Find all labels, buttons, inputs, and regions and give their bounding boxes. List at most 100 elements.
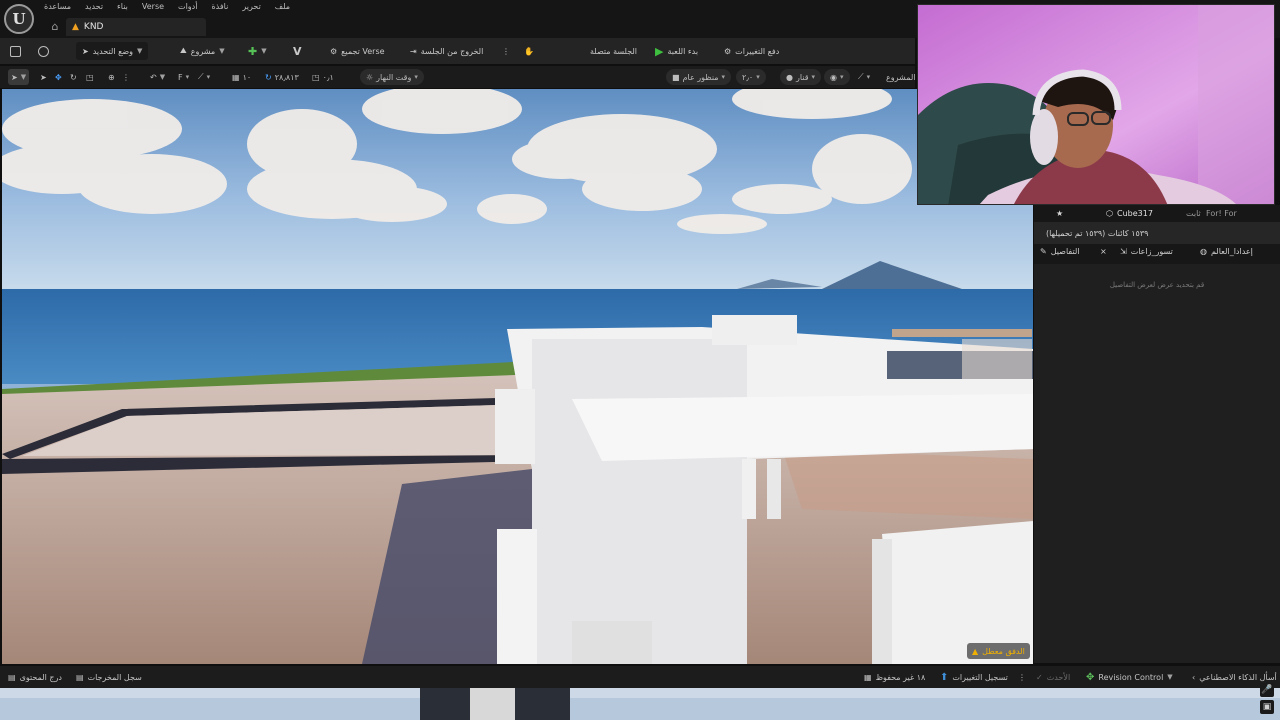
background-video-strip (0, 688, 1280, 720)
tab-world-settings[interactable]: ◍ إعدادا_العالم (1200, 247, 1253, 256)
grid-snap-value: ١٠ (242, 72, 252, 82)
uefn-editor-window: U ملف تحرير نافذة أدوات Verse بناء تحديد… (0, 0, 1280, 720)
tab-details-label: التفاصيل (1050, 247, 1080, 256)
revision-control-button[interactable]: ✥ Revision Control ▼ (1086, 670, 1173, 684)
cursor-icon: ➤ (11, 72, 18, 82)
time-of-day-label: وقت النهار (376, 72, 412, 82)
rotate-tool-icon[interactable]: ↻ (70, 69, 77, 85)
ai-assistant-button[interactable]: ‹ أسأل الذكاء الاصطناعي (1192, 670, 1277, 684)
revision-control-icon: ✥ (1086, 671, 1095, 683)
world-space-icon[interactable]: ⊕ (108, 69, 115, 85)
verse-icon[interactable]: V (293, 42, 302, 60)
grid-snap-button[interactable]: ▦ ١٠ (232, 69, 251, 85)
menu-file[interactable]: ملف (275, 2, 290, 11)
revision-control-label: Revision Control (1098, 672, 1164, 682)
details-panel: ★ ⬡ Cube317 ثابت For! For ١٥٣٩ كائنات (١… (1034, 205, 1280, 663)
add-icon: ✚ (248, 44, 258, 58)
rotation-snap-button[interactable]: ↻ ٢٨٫٨١٣ (265, 69, 299, 85)
tray-icons: 🎤 ▣ (1260, 683, 1278, 714)
unreal-logo-icon[interactable]: U (4, 4, 34, 34)
outliner-selected-item[interactable]: ⬡ Cube317 (1106, 209, 1153, 218)
verse-build-button[interactable]: ⚙ تجميع Verse (330, 42, 385, 60)
menu-select[interactable]: تحديد (85, 2, 103, 11)
globe-icon: ◍ (1200, 247, 1207, 256)
sync-latest-button[interactable]: ✓ الأحدث (1036, 670, 1070, 684)
scale-snap-value: ٠٫١ (322, 72, 334, 82)
viewport-options-button[interactable]: ➤ ▼ (8, 69, 30, 85)
outliner-type-label: ثابت (1186, 209, 1201, 218)
level-tab-label: KND (83, 22, 104, 32)
select-tool-icon[interactable]: ➤ (40, 69, 47, 85)
snap-toggle-icon[interactable]: F ▾ (178, 69, 189, 85)
streaming-warning-badge[interactable]: ▲ الدفق معطل (967, 643, 1030, 659)
content-drawer-button[interactable]: ▤ درج المحتوى (8, 670, 62, 684)
session-icon[interactable]: ✋ (524, 42, 534, 60)
cursor-icon: ➤ (82, 46, 89, 56)
more-options-icon[interactable]: ⋮ (1018, 670, 1026, 684)
translate-tool-icon[interactable]: ✥ (55, 69, 62, 85)
chevron-left-icon: ‹ (1192, 672, 1196, 682)
view-mode-button[interactable]: ● قنار ▾ (780, 69, 822, 85)
details-tab-bar: ✎ التفاصيل × ⇲ تسور_زاعات ◍ إعدادا_العال… (1034, 244, 1280, 264)
start-game-button[interactable]: ▶ بدء اللعبة (655, 42, 698, 60)
build-icon: ⚙ (330, 46, 338, 56)
scalability-button[interactable]: ⟋ ▾ (858, 69, 870, 85)
chevron-down-icon: ▼ (219, 47, 225, 55)
perspective-label: منظور عام (682, 72, 719, 82)
ai-assistant-label: أسأل الذكاء الاصطناعي (1199, 672, 1277, 682)
push-changes-button[interactable]: ⚙ دفع التغييرات (724, 42, 779, 60)
sync-icon: ✓ (1036, 672, 1043, 682)
webcam-feed (918, 5, 1274, 204)
menu-window[interactable]: نافذة (211, 2, 228, 11)
menu-tools[interactable]: أدوات (178, 2, 197, 11)
view-mode-label: قنار (795, 72, 809, 82)
save-icon[interactable] (10, 42, 21, 60)
scale-snap-button[interactable]: ◳ ٠٫١ (312, 69, 334, 85)
project-dropdown[interactable]: ⛰ مشروع ▼ (180, 42, 225, 60)
start-game-label: بدء اللعبة (667, 46, 699, 56)
background-scene (0, 688, 1280, 720)
microphone-icon[interactable]: 🎤 (1260, 683, 1274, 697)
tab-details[interactable]: ✎ التفاصيل (1040, 247, 1080, 256)
warning-icon: ▲ (972, 646, 979, 656)
add-content-button[interactable]: ✚ ▼ (248, 42, 267, 60)
cube-icon: ⬡ (1106, 209, 1113, 218)
output-log-button[interactable]: ▤ سجل المخرجات (76, 670, 142, 684)
save-tray-icon[interactable]: ▣ (1260, 700, 1274, 714)
perspective-button[interactable]: ■ منظور عام ▾ (666, 69, 732, 85)
favorite-star-icon[interactable]: ★ (1056, 209, 1063, 218)
push-changes-label: دفع التغييرات (735, 46, 780, 56)
snap-angle-button[interactable]: ⟋ ▾ (198, 69, 210, 85)
project-settings-label[interactable]: المشروع (886, 69, 915, 85)
viewport-scene (2, 89, 1033, 664)
more-options-icon[interactable]: ⋮ (502, 42, 510, 60)
menu-edit[interactable]: تحرير (242, 2, 260, 11)
eye-icon: ◉ (830, 72, 837, 82)
select-mode-dropdown[interactable]: ➤ وضع التحديد ▼ (76, 42, 149, 60)
home-icon[interactable]: ⌂ (48, 20, 62, 34)
level-tab[interactable]: ▲ KND (66, 18, 206, 36)
unsaved-icon: ▦ (864, 672, 872, 682)
play-icon: ▶ (655, 44, 664, 58)
menu-build[interactable]: بناء (117, 2, 128, 11)
tab-world-partition[interactable]: ⇲ تسور_زاعات (1120, 247, 1173, 256)
menu-help[interactable]: مساعدة (44, 2, 71, 11)
exit-session-button[interactable]: ⇥ الخروج من الجلسة (410, 42, 483, 60)
lit-icon: ● (786, 72, 793, 82)
browse-icon[interactable] (38, 42, 49, 60)
submit-changes-button[interactable]: ⬆ تسجيل التغييرات (940, 670, 1008, 684)
tab-close-icon[interactable]: × (1100, 247, 1107, 256)
scale-tool-icon[interactable]: ◳ (86, 69, 94, 85)
select-mode-label: وضع التحديد (92, 46, 134, 56)
webcam-overlay (917, 4, 1275, 205)
time-of-day-button[interactable]: ☼ وقت النهار ▾ (360, 69, 424, 85)
level-viewport[interactable] (2, 89, 1033, 664)
chevron-down-icon: ▼ (261, 47, 267, 55)
unsaved-assets-button[interactable]: ▦ ١٨ غير محفوظ (864, 670, 925, 684)
show-button[interactable]: ◉ ▾ (824, 69, 850, 85)
surface-snap-button[interactable]: ↶ ▼ (150, 69, 165, 85)
menu-verse[interactable]: Verse (142, 2, 164, 11)
more-icon[interactable]: ⋮ (122, 69, 130, 85)
sync-latest-label: الأحدث (1046, 672, 1071, 682)
fov-button[interactable]: ٢٫٠ ▾ (736, 69, 766, 85)
